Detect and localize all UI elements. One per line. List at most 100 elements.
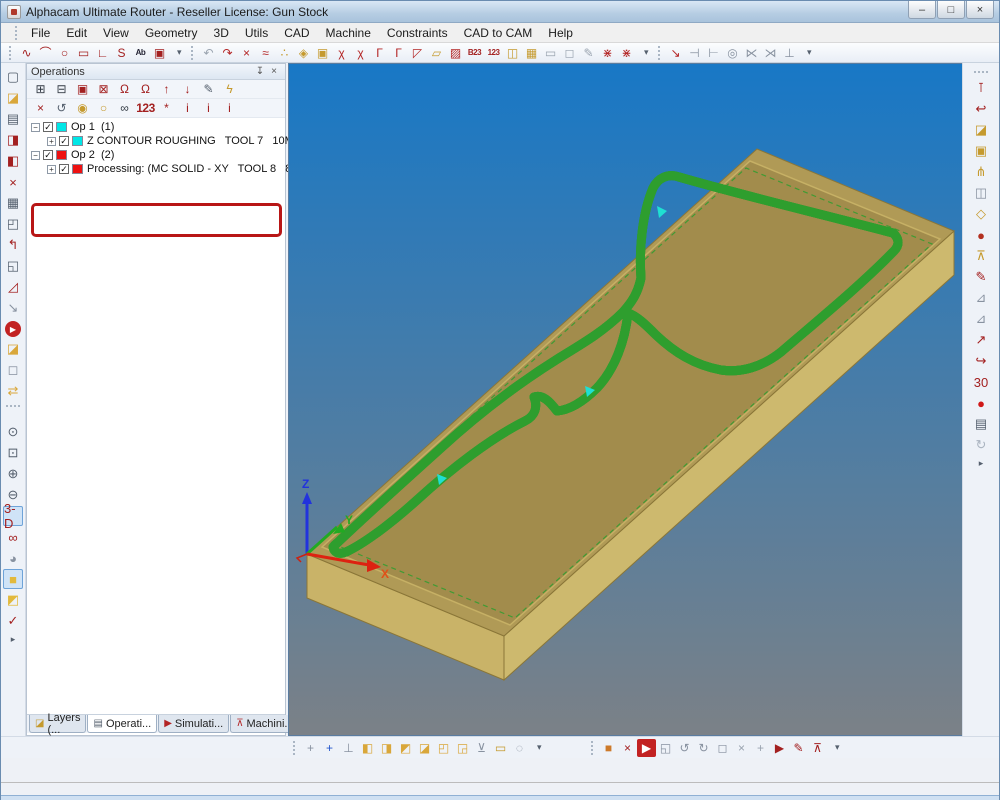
group-icon[interactable]: ◫ [503, 44, 522, 62]
menu-item[interactable]: File [23, 24, 58, 42]
op-delete-icon[interactable]: ⊠ [93, 81, 114, 98]
zoom-in-icon[interactable]: ⊕ [3, 464, 23, 484]
edit-more-caret[interactable]: ▾ [644, 47, 654, 58]
vertical-constraint-icon[interactable]: ⊢ [704, 44, 723, 62]
menu-item[interactable]: 3D [206, 24, 237, 42]
menu-item[interactable]: Geometry [137, 24, 206, 42]
draft-shade-icon[interactable]: ◩ [3, 590, 23, 610]
probe-a-icon[interactable]: ⊿ [971, 288, 991, 308]
renumber-tools-icon[interactable]: Ω [114, 81, 135, 98]
work-plane-icon[interactable]: ▭ [491, 739, 510, 757]
folder-export-icon[interactable]: ◪ [971, 120, 991, 140]
viewport-3d[interactable]: Z Y X [288, 63, 963, 736]
import-icon[interactable]: ↰ [3, 235, 23, 255]
copy-screen-icon[interactable]: ◱ [3, 256, 23, 276]
undo-operation-icon[interactable]: ↺ [51, 100, 72, 117]
shade-sphere-icon[interactable]: ◕ [3, 548, 23, 568]
solid-sim-icon[interactable]: ■ [599, 739, 618, 757]
snap-corner-icon[interactable]: ◿ [3, 277, 23, 297]
spline-icon[interactable]: S [112, 44, 131, 62]
checkbox[interactable]: ✓ [43, 150, 53, 160]
minimize-button[interactable]: – [908, 1, 936, 19]
close-icon[interactable]: × [267, 66, 281, 77]
contour-3d-icon[interactable]: 30 [971, 372, 991, 392]
stock-sphere-icon[interactable]: ● [971, 225, 991, 245]
remove-operation-icon[interactable]: ⊟ [51, 81, 72, 98]
report-icon[interactable]: ▤ [971, 414, 991, 434]
view-glasses-icon[interactable]: ∞ [3, 527, 23, 547]
checkbox[interactable]: ✓ [59, 136, 69, 146]
add-operation-icon[interactable]: ⊞ [30, 81, 51, 98]
edit-note-icon[interactable]: ✎ [971, 267, 991, 287]
view-top-icon[interactable]: ◰ [434, 739, 453, 757]
snap-options-icon[interactable]: ↘ [666, 44, 685, 62]
menu-item[interactable]: View [95, 24, 137, 42]
binoculars-icon[interactable]: ∞ [114, 100, 135, 117]
undo-icon[interactable]: ↶ [199, 44, 218, 62]
rotate-left-icon[interactable]: ↺ [675, 739, 694, 757]
apply-lightning-icon[interactable]: ϟ [219, 81, 240, 98]
b23-renumber-icon[interactable]: B23 [465, 44, 484, 62]
rotate-right-icon[interactable]: ↻ [694, 739, 713, 757]
text-icon[interactable]: Ab [131, 44, 150, 62]
axes-color-icon[interactable]: + [320, 739, 339, 757]
insert-vertex-icon[interactable]: ∴ [275, 44, 294, 62]
expander-icon[interactable]: − [31, 151, 40, 160]
views-more-caret[interactable]: ▾ [537, 742, 547, 753]
left-rail-overflow[interactable]: ▸ [11, 634, 16, 645]
right-rail-overflow[interactable]: ▸ [979, 458, 984, 469]
hand-pick-icon[interactable]: ◇ [971, 204, 991, 224]
tree-row[interactable]: − ✓ Op 2 (2) [27, 148, 285, 162]
view-iso-icon[interactable]: ◲ [453, 739, 472, 757]
pick-point-icon[interactable]: ↗ [971, 330, 991, 350]
edit-disabled-icon[interactable]: ✎ [579, 44, 598, 62]
chamfer-icon[interactable]: ◸ [408, 44, 427, 62]
clamp-tool-icon[interactable]: ⋔ [971, 162, 991, 182]
sim-tool-icon[interactable]: ▶ [770, 739, 789, 757]
renumber-ops-icon[interactable]: Ω [135, 81, 156, 98]
select-window-icon[interactable]: ◻ [713, 739, 732, 757]
erase-toolpath-icon[interactable]: × [618, 739, 637, 757]
rectangle-icon[interactable]: ▭ [74, 44, 93, 62]
delete-operation-icon[interactable]: × [30, 100, 51, 117]
info-list-icon[interactable]: i [198, 100, 219, 117]
restore-window-icon[interactable]: ◱ [656, 739, 675, 757]
axis-z-icon[interactable]: ⊥ [339, 739, 358, 757]
angle-constraint-icon[interactable]: ⋊ [761, 44, 780, 62]
zoom-extents-icon[interactable]: ⊙ [3, 422, 23, 442]
delete-icon[interactable]: × [237, 44, 256, 62]
new-document-icon[interactable]: ▢ [3, 67, 23, 87]
edit-polyline-icon[interactable]: ≈ [256, 44, 275, 62]
link-copy-icon[interactable]: ◫ [971, 183, 991, 203]
verify-icon[interactable]: ✓ [3, 611, 23, 631]
circle-icon[interactable]: ○ [55, 44, 74, 62]
prism-icon[interactable]: ◻ [560, 44, 579, 62]
print-preview-icon[interactable]: ◰ [3, 214, 23, 234]
simulation-more-caret[interactable]: ▾ [835, 742, 845, 753]
axes-small-icon[interactable]: + [301, 739, 320, 757]
regen-disabled-icon[interactable]: ↻ [971, 435, 991, 455]
tangent-constraint-icon[interactable]: ⋉ [742, 44, 761, 62]
horizontal-constraint-icon[interactable]: ⊣ [685, 44, 704, 62]
expander-icon[interactable]: − [31, 123, 40, 132]
checkbox[interactable]: ✓ [59, 164, 69, 174]
menu-item[interactable]: Help [540, 24, 581, 42]
order-123-icon[interactable]: 123 [135, 100, 156, 117]
close-button[interactable]: × [966, 1, 994, 19]
window-new-icon[interactable]: ◻ [3, 360, 23, 380]
info-tool-icon[interactable]: i [177, 100, 198, 117]
machine-head-icon[interactable]: ⊼ [971, 246, 991, 266]
array-icon[interactable]: ▦ [522, 44, 541, 62]
concentric-constraint-icon[interactable]: ◎ [723, 44, 742, 62]
open-nc-icon[interactable]: ◨ [3, 130, 23, 150]
view-back-icon[interactable]: ◨ [377, 739, 396, 757]
arc-icon[interactable]: ⌒ [36, 44, 55, 62]
angled-line-icon[interactable]: ∟ [93, 44, 112, 62]
print-icon[interactable]: ▦ [3, 193, 23, 213]
sim-paint-icon[interactable]: ✎ [789, 739, 808, 757]
menu-item[interactable]: Constraints [379, 24, 456, 42]
expander-icon[interactable]: + [47, 165, 56, 174]
paste-special-icon[interactable]: ▣ [313, 44, 332, 62]
view-left-icon[interactable]: ◩ [396, 739, 415, 757]
save-nc-icon[interactable]: ◧ [3, 151, 23, 171]
